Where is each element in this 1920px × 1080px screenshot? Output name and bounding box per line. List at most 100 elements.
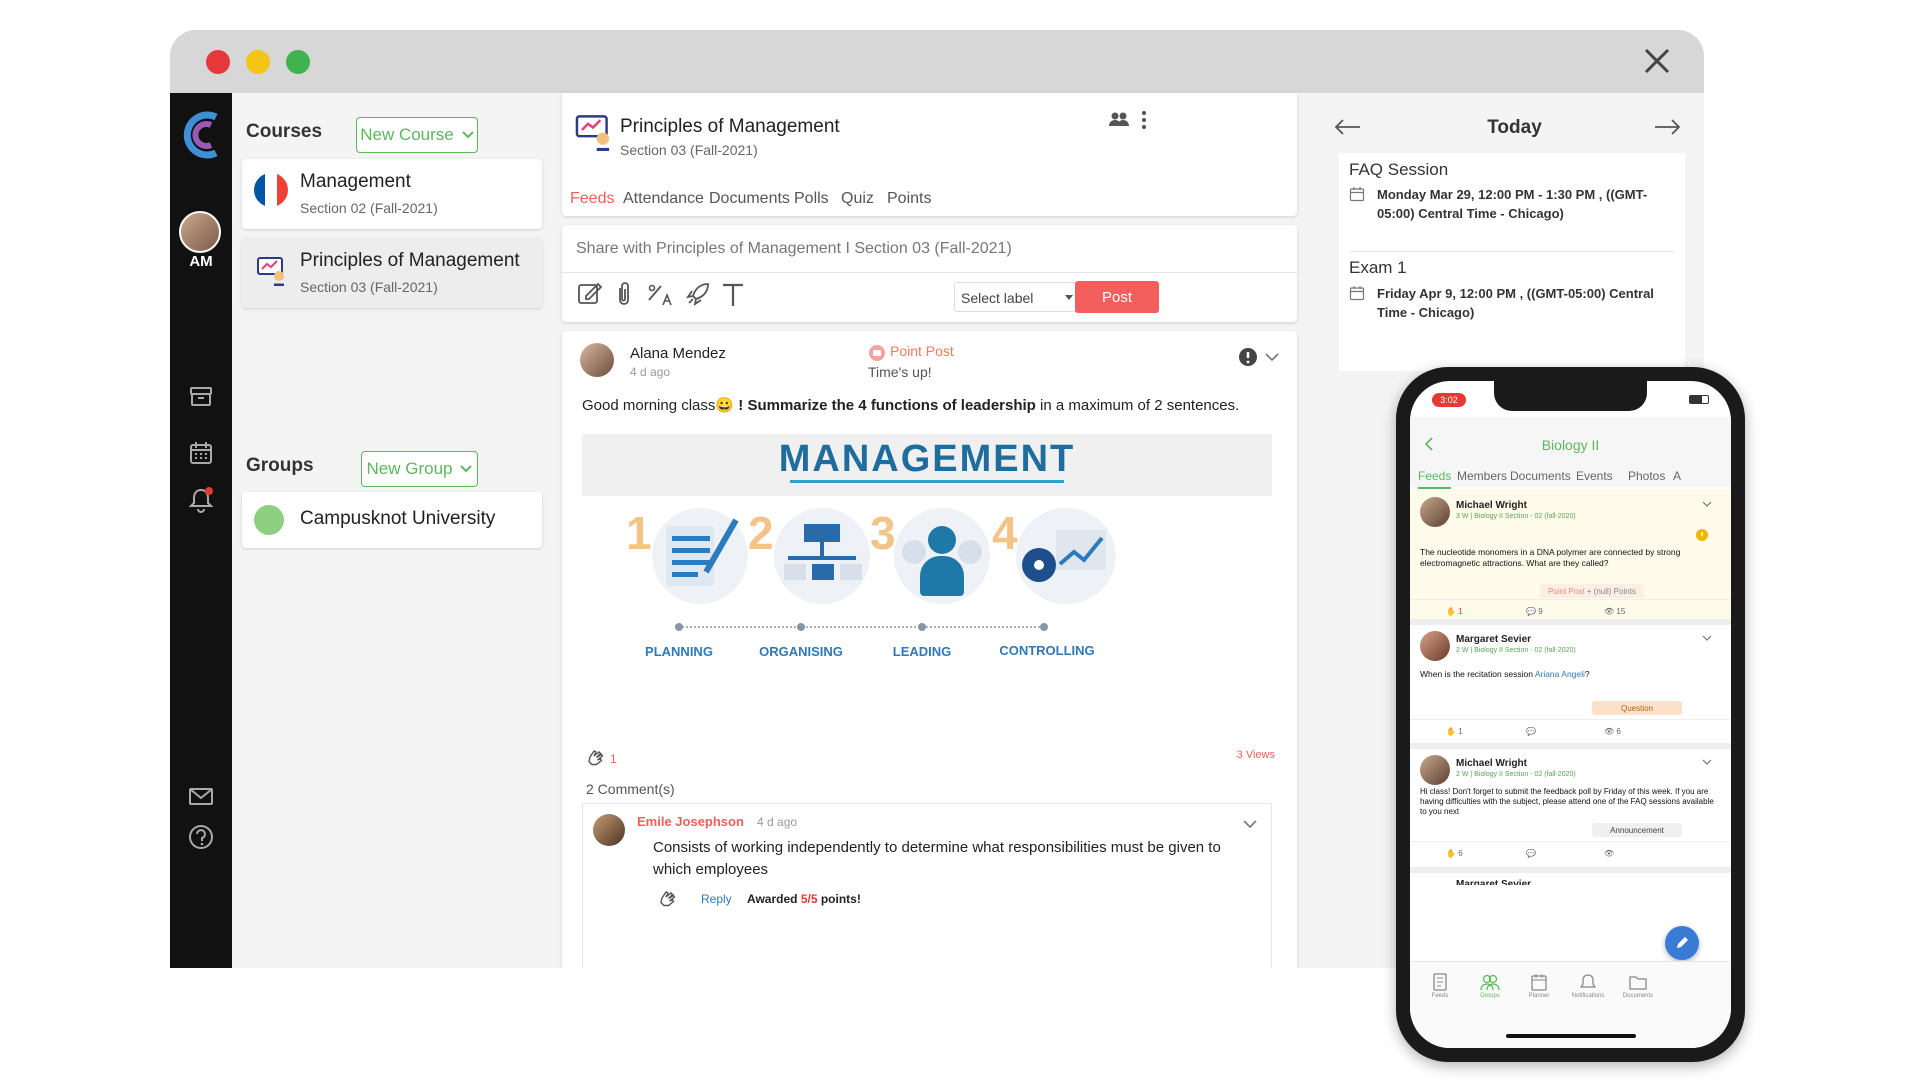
alert-icon [1696, 529, 1708, 541]
more-options-icon[interactable] [1140, 109, 1148, 131]
attachment-icon[interactable] [614, 280, 634, 308]
post-button[interactable]: Post [1075, 281, 1159, 313]
select-label-dropdown[interactable]: Select label [954, 282, 1082, 312]
text-format-icon[interactable] [720, 280, 746, 308]
new-group-button[interactable]: New Group [361, 451, 478, 487]
members-icon[interactable] [1108, 111, 1130, 129]
post-tag: Question [1592, 701, 1682, 715]
avatar[interactable] [179, 211, 221, 253]
reply-link[interactable]: Reply [701, 892, 732, 906]
controlling-icon [1016, 508, 1116, 604]
chevron-down-icon[interactable] [1265, 353, 1279, 362]
comment-stat[interactable]: 💬 [1526, 727, 1536, 736]
phone-post[interactable]: Michael Wright 3 W | Biology II Section … [1410, 489, 1731, 625]
phone-post[interactable]: Michael Wright 2 W | Biology II Section … [1410, 749, 1731, 873]
comment-author[interactable]: Emile Josephson [637, 814, 744, 829]
phone-tab-feeds[interactable]: Feeds [1418, 469, 1452, 489]
course-card-principles[interactable]: Principles of Management Section 03 (Fal… [242, 238, 542, 308]
rocket-icon[interactable] [684, 280, 712, 308]
feeds-icon[interactable] [1432, 973, 1448, 991]
comment-stat[interactable]: 💬 [1526, 849, 1536, 858]
mention-link[interactable]: Ariana Angeli [1535, 669, 1585, 679]
archive-icon[interactable] [186, 381, 216, 411]
phone-tab-members[interactable]: Members [1457, 469, 1507, 483]
tab-quiz[interactable]: Quiz [841, 190, 874, 208]
bell-icon[interactable] [186, 485, 216, 515]
clap-stat[interactable]: ✋ 1 [1446, 727, 1463, 736]
calendar-icon[interactable] [186, 438, 216, 468]
post-tag: Announcement [1592, 823, 1682, 837]
tab-attendance[interactable]: Attendance [623, 190, 704, 208]
documents-icon[interactable] [1629, 973, 1647, 991]
comments-count[interactable]: 2 Comment(s) [586, 781, 675, 797]
course-card-management[interactable]: Management Section 02 (Fall-2021) [242, 159, 542, 229]
chevron-down-icon[interactable] [1702, 759, 1712, 765]
clap-icon[interactable] [585, 747, 605, 767]
chevron-down-icon[interactable] [1702, 635, 1712, 641]
tab-polls[interactable]: Polls [794, 190, 829, 208]
planner-icon[interactable] [1531, 973, 1547, 991]
group-card-campusknot[interactable]: Campusknot University [242, 492, 542, 548]
post-image[interactable]: MANAGEMENT 1 2 3 4 PLANNING ORGANISING L… [582, 434, 1272, 724]
post-author: Margaret Sevier [1456, 879, 1532, 885]
minimize-window-dot[interactable] [246, 50, 270, 74]
pencil-icon [1677, 937, 1688, 948]
phone-tab-documents[interactable]: Documents [1510, 469, 1571, 483]
chevron-down-icon[interactable] [1702, 501, 1712, 507]
alert-icon[interactable] [1238, 347, 1258, 367]
post-meta: 2 W | Biology II Section - 02 (fall-2020… [1456, 647, 1576, 654]
phone-tab-events[interactable]: Events [1576, 469, 1613, 483]
phone-tab-photos[interactable]: Photos [1628, 469, 1665, 483]
tab-points[interactable]: Points [887, 190, 931, 208]
author-avatar[interactable] [580, 343, 614, 377]
post-text: Hi class! Don't forget to submit the fee… [1420, 787, 1714, 816]
post-avatar [1420, 755, 1450, 785]
step-number: 3 [870, 507, 896, 559]
post-composer: Share with Principles of Management I Se… [562, 225, 1297, 322]
nav-documents[interactable]: Documents [1608, 993, 1668, 999]
mail-icon[interactable] [186, 781, 216, 811]
phone-screen: 3:02 Biology II Feeds Members Documents … [1410, 381, 1731, 1048]
new-course-button[interactable]: New Course [356, 117, 478, 153]
tab-documents[interactable]: Documents [709, 190, 790, 208]
phone-post[interactable]: Margaret Sevier 2 W | Biology II Section… [1410, 625, 1731, 749]
groups-icon[interactable] [1480, 973, 1500, 991]
feed-post: Alana Mendez 4 d ago Point Post Time's u… [562, 331, 1297, 968]
composer-input[interactable]: Share with Principles of Management I Se… [576, 240, 1012, 258]
edit-icon[interactable] [576, 280, 602, 306]
translate-icon[interactable] [646, 280, 676, 308]
arrow-right-icon[interactable] [1654, 119, 1680, 135]
tag-text: Point Post [1548, 586, 1585, 596]
maximize-window-dot[interactable] [286, 50, 310, 74]
calendar-icon [1349, 187, 1365, 202]
course-name: Management [300, 171, 411, 192]
commenter-avatar[interactable] [593, 814, 625, 846]
close-icon[interactable] [1642, 46, 1672, 76]
post-text: The nucleotide monomers in a DNA polymer… [1420, 547, 1681, 568]
clap-icon[interactable] [657, 888, 677, 908]
select-label-text: Select label [961, 290, 1034, 306]
post-author[interactable]: Alana Mendez [630, 345, 726, 362]
image-title: MANAGEMENT [778, 438, 1076, 480]
event-time: Friday Apr 9, 12:00 PM , ((GMT-05:00) Ce… [1377, 286, 1654, 320]
group-icon [254, 505, 284, 535]
post-author: Margaret Sevier [1456, 634, 1532, 645]
awarded-score: 5/5 [800, 892, 818, 906]
step-number: 1 [626, 507, 652, 559]
clap-stat[interactable]: ✋ 1 [1446, 607, 1463, 616]
course-section: Section 02 (Fall-2021) [300, 200, 438, 216]
clap-stat[interactable]: ✋ 6 [1446, 849, 1463, 858]
clap-count: 1 [1458, 607, 1463, 616]
phone-tab-more[interactable]: A [1673, 469, 1681, 483]
notifications-icon[interactable] [1580, 973, 1596, 991]
comment-stat[interactable]: 💬 9 [1526, 607, 1543, 616]
leading-icon [894, 508, 990, 604]
compose-fab[interactable] [1665, 926, 1699, 960]
tab-feeds[interactable]: Feeds [570, 190, 614, 208]
post-subtitle: Time's up! [868, 364, 932, 380]
views-stat: 👁 [1604, 849, 1615, 858]
chevron-down-icon[interactable] [1243, 820, 1257, 829]
help-icon[interactable] [186, 822, 216, 852]
close-window-dot[interactable] [206, 50, 230, 74]
phone-notch [1494, 381, 1647, 411]
